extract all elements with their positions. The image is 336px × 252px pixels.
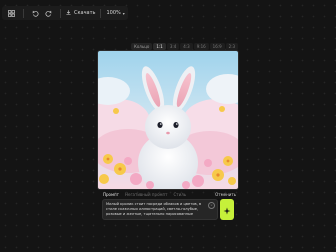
download-button[interactable]: Скачать <box>66 9 96 17</box>
grid-icon[interactable] <box>5 7 18 20</box>
generate-button[interactable] <box>220 199 234 220</box>
sparkle-icon <box>223 200 231 219</box>
clear-icon[interactable]: × <box>208 202 215 209</box>
prompt-input[interactable]: Милый кролик стоит посреди облаков и цве… <box>102 199 218 220</box>
ratio-option-16-9[interactable]: 16:9 <box>209 42 225 50</box>
toolbar-divider <box>100 8 102 18</box>
prompt-tabs: Промпт Негативный промпт Стиль Отменить <box>100 189 236 199</box>
zoom-value: 100% <box>106 10 121 16</box>
prompt-panel: Промпт Негативный промпт Стиль Отменить <box>100 189 236 199</box>
chevron-down-icon: ▾ <box>122 10 125 16</box>
download-icon <box>66 9 71 17</box>
ratio-option-4-3[interactable]: 4:3 <box>180 42 193 50</box>
toolbar-divider <box>23 8 24 18</box>
ratio-option-2-3[interactable]: 2:3 <box>225 42 239 50</box>
redo-icon[interactable] <box>42 7 55 20</box>
aspect-ratio-bar: Кольцо 1:1 3:4 4:3 9:16 16:9 2:3 <box>131 42 239 50</box>
top-toolbar: Скачать 100% ▾ <box>2 6 128 20</box>
generated-image[interactable] <box>98 51 238 189</box>
undo-icon[interactable] <box>29 7 42 20</box>
cancel-button[interactable]: Отменить <box>215 192 236 197</box>
ratio-option-9-16[interactable]: 9:16 <box>193 42 209 50</box>
zoom-dropdown[interactable]: 100% ▾ <box>106 10 124 16</box>
bunny-image <box>98 51 238 189</box>
ratio-option-3-4[interactable]: 3:4 <box>166 42 180 50</box>
toolbar-divider <box>60 8 61 18</box>
prompt-text[interactable]: Милый кролик стоит посреди облаков и цве… <box>106 202 206 216</box>
tab-style[interactable]: Стиль <box>174 192 187 197</box>
ratio-label[interactable]: Кольцо <box>131 42 153 50</box>
tab-negative-prompt[interactable]: Негативный промпт <box>125 192 168 197</box>
ratio-option-1-1[interactable]: 1:1 <box>153 42 166 50</box>
download-label: Скачать <box>74 10 96 16</box>
tab-prompt[interactable]: Промпт <box>103 192 119 197</box>
